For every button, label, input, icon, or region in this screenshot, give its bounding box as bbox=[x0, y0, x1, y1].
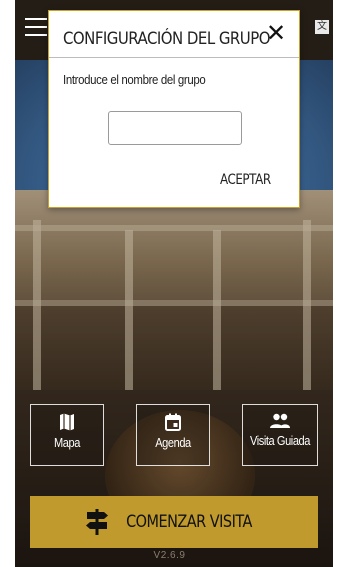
map-label: Mapa bbox=[54, 435, 80, 450]
dialog-divider bbox=[49, 57, 299, 58]
agenda-button[interactable]: Agenda bbox=[136, 404, 210, 466]
map-button[interactable]: Mapa bbox=[30, 404, 104, 466]
calendar-icon bbox=[165, 413, 181, 431]
start-visit-label: COMENZAR VISITA bbox=[126, 512, 252, 532]
group-name-input[interactable] bbox=[108, 111, 242, 145]
agenda-label: Agenda bbox=[155, 435, 191, 450]
menu-icon[interactable] bbox=[25, 18, 47, 36]
language-icon[interactable]: 文 bbox=[315, 20, 329, 34]
app-version: V2.6.9 bbox=[153, 550, 186, 561]
guided-visit-button[interactable]: Visita Guiada bbox=[242, 404, 318, 466]
dialog-title: CONFIGURACIÓN DEL GRUPO bbox=[63, 29, 270, 49]
signpost-icon bbox=[85, 509, 108, 535]
group-config-dialog: CONFIGURACIÓN DEL GRUPO ✕ Introduce el n… bbox=[48, 10, 300, 208]
group-name-label: Introduce el nombre del grupo bbox=[63, 72, 206, 87]
accept-button[interactable]: ACEPTAR bbox=[220, 172, 271, 188]
start-visit-button[interactable]: COMENZAR VISITA bbox=[30, 496, 318, 548]
guided-visit-label: Visita Guiada bbox=[249, 433, 311, 448]
close-icon[interactable]: ✕ bbox=[263, 21, 289, 47]
group-icon bbox=[270, 413, 290, 428]
map-icon bbox=[60, 413, 74, 431]
